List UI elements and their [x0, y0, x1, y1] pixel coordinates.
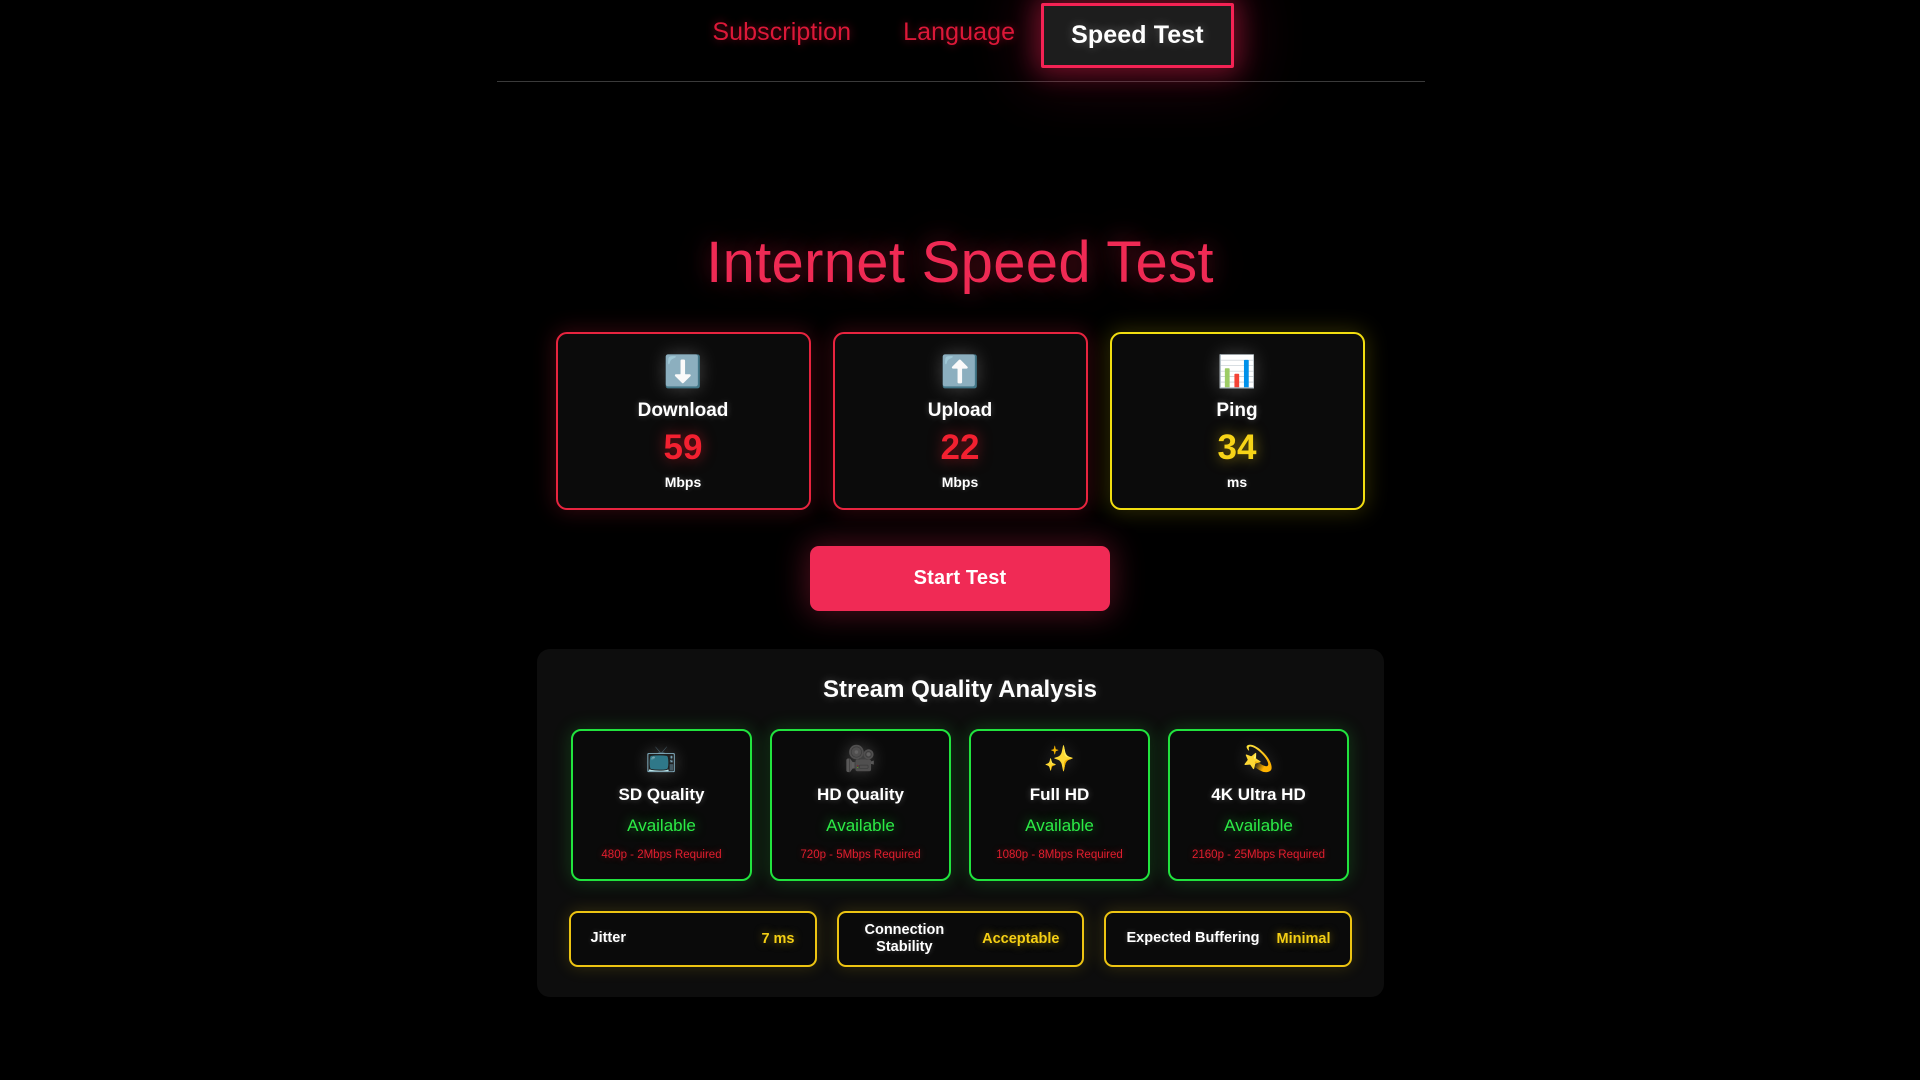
quality-name-sd: SD Quality	[618, 785, 705, 804]
quality-card-full-hd: ✨ Full HD Available 1080p - 8Mbps Requir…	[969, 729, 1150, 881]
quality-status-full-hd: Available	[1025, 816, 1094, 835]
analysis-panel-area: Stream Quality Analysis 📺 SD Quality Ava…	[0, 649, 1920, 997]
stream-quality-analysis-panel: Stream Quality Analysis 📺 SD Quality Ava…	[536, 649, 1384, 997]
analysis-panel-title: Stream Quality Analysis	[823, 676, 1097, 703]
stat-connection-stability: Connection Stability Acceptable	[836, 911, 1084, 967]
tab-list: Subscription Language Speed Test	[0, 0, 1920, 68]
quality-card-sd: 📺 SD Quality Available 480p - 2Mbps Requ…	[571, 729, 752, 881]
bar-chart-icon: 📊	[1217, 353, 1257, 389]
quality-name-hd: HD Quality	[817, 785, 904, 804]
metric-value-ping: 34	[1217, 427, 1257, 467]
metric-card-upload: ⬆️ Upload 22 Mbps	[832, 332, 1088, 510]
metric-card-ping: 📊 Ping 34 ms	[1109, 332, 1365, 510]
quality-name-4k: 4K Ultra HD	[1211, 785, 1306, 804]
sparkles-icon: ✨	[1043, 745, 1076, 773]
tab-language[interactable]: Language	[877, 0, 1041, 63]
connection-stats-row: Jitter 7 ms Connection Stability Accepta…	[568, 911, 1352, 967]
page-title: Internet Speed Test	[706, 230, 1214, 295]
stat-label-jitter: Jitter	[590, 930, 626, 947]
tab-speed-test[interactable]: Speed Test	[1041, 3, 1234, 68]
stat-jitter: Jitter 7 ms	[568, 911, 817, 967]
metric-label-download: Download	[637, 399, 729, 421]
quality-card-hd: 🎥 HD Quality Available 720p - 5Mbps Requ…	[770, 729, 951, 881]
quality-name-full-hd: Full HD	[1029, 785, 1090, 804]
start-test-button[interactable]: Start Test	[810, 546, 1110, 611]
quality-cards-row: 📺 SD Quality Available 480p - 2Mbps Requ…	[569, 729, 1352, 881]
movie-camera-icon: 🎥	[844, 745, 877, 773]
tab-subscription[interactable]: Subscription	[686, 0, 877, 63]
quality-requirement-sd: 480p - 2Mbps Required	[601, 849, 722, 861]
quality-requirement-full-hd: 1080p - 8Mbps Required	[996, 849, 1123, 861]
upload-arrow-icon: ⬆️	[940, 353, 980, 389]
download-arrow-icon: ⬇️	[663, 353, 703, 389]
stat-label-line-2: Stability	[876, 939, 933, 955]
quality-requirement-4k: 2160p - 25Mbps Required	[1192, 849, 1325, 861]
quality-status-sd: Available	[627, 816, 696, 835]
metric-label-ping: Ping	[1216, 399, 1258, 421]
quality-requirement-hd: 720p - 5Mbps Required	[800, 849, 921, 861]
stat-label-expected-buffering: Expected Buffering	[1126, 930, 1260, 947]
stat-label-connection-stability: Connection Stability	[865, 922, 945, 956]
dizzy-star-icon: 💫	[1242, 745, 1275, 773]
quality-status-hd: Available	[826, 816, 895, 835]
metric-unit-upload: Mbps	[941, 474, 979, 491]
metric-value-upload: 22	[940, 427, 980, 467]
stat-expected-buffering: Expected Buffering Minimal	[1103, 911, 1352, 967]
stat-value-connection-stability: Acceptable	[982, 931, 1060, 947]
metric-unit-ping: ms	[1226, 474, 1248, 491]
metric-label-upload: Upload	[927, 399, 993, 421]
stat-label-line-1: Connection	[864, 921, 945, 938]
stat-value-expected-buffering: Minimal	[1276, 931, 1331, 947]
top-navigation-bar: Subscription Language Speed Test	[0, 0, 1920, 86]
nav-divider-line	[497, 81, 1425, 82]
stat-value-jitter: 7 ms	[761, 931, 795, 947]
television-icon: 📺	[645, 745, 678, 773]
speed-metrics-row: ⬇️ Download 59 Mbps ⬆️ Upload 22 Mbps 📊 …	[0, 332, 1920, 510]
metric-card-download: ⬇️ Download 59 Mbps	[555, 332, 811, 510]
metric-unit-download: Mbps	[664, 474, 702, 491]
quality-card-4k: 💫 4K Ultra HD Available 2160p - 25Mbps R…	[1168, 729, 1349, 881]
quality-status-4k: Available	[1224, 816, 1293, 835]
start-test-area: Start Test	[0, 546, 1920, 611]
metric-value-download: 59	[663, 427, 703, 467]
